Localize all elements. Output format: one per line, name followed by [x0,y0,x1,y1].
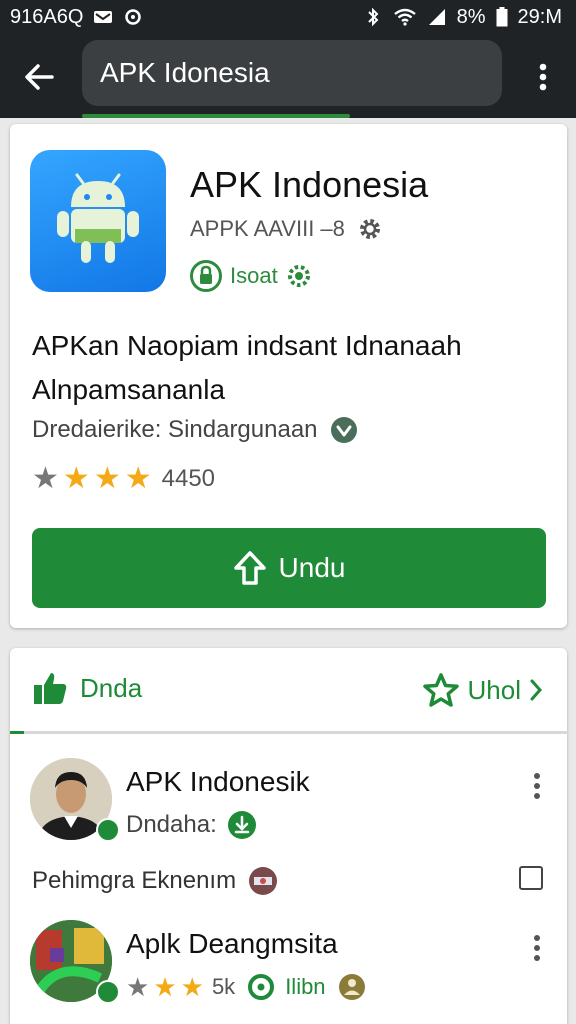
list-item-menu-button[interactable] [529,930,545,966]
more-vert-icon [539,63,547,91]
battery-icon [496,7,508,27]
app-title: APK Indonesia [190,164,429,205]
sync-icon [125,9,142,25]
tab-rate-label: Uhol [467,674,521,705]
bluetooth-icon [367,7,379,27]
related-apps-card: Dnda Uhol APK Indonesik Dndaha: Pehimgra… [10,648,567,1024]
badge-ring-icon [248,974,275,1000]
info-line: Pehimgra Eknenım [32,866,278,896]
person-badge-icon [338,974,365,1000]
chevron-right-icon [530,679,543,701]
mail-icon [94,11,113,23]
install-badge: Isoat [190,260,312,292]
star-empty-icon: ★ [32,462,59,495]
star-outline-icon [422,673,459,707]
list-item-menu-button[interactable] [529,768,545,804]
android-robot-icon [57,173,139,263]
app-icon [30,150,166,292]
search-field[interactable]: APK Idonesia [82,40,502,106]
more-vert-icon [534,773,540,799]
developer-name: APPK AAVIII –8 [190,216,345,241]
category-text: Dredaierike: Sindargunaan [32,416,318,443]
gear-icon [359,219,380,239]
signal-icon [428,9,445,25]
flag-badge-icon [249,867,278,895]
more-vert-icon [534,935,540,961]
star-filled-icon: ★ [124,462,152,495]
search-progress-underline [82,114,350,118]
star-filled-icon: ★ [93,462,121,495]
search-text: APK Idonesia [100,57,270,88]
install-badge-label: Isoat [230,263,278,288]
info-text: Pehimgra Eknenım [32,867,237,894]
list-item[interactable]: Aplk Deangmsita [10,914,567,1024]
tab-like-label: Dnda [80,672,143,703]
category-line: Dredaierike: Sindargunaan [32,416,358,444]
checkbox[interactable] [519,866,543,890]
list-item-count: 5k [211,974,236,999]
star-filled-icon: ★ [62,462,90,495]
status-bar: 916A6Q 8% 29:M [0,0,576,34]
download-circle-icon [227,811,256,839]
list-item[interactable]: APK Indonesik Dndaha: [10,748,567,858]
list-item-badge: Ilibn [285,974,326,999]
rating-line: ★ ★ ★ ★ 4450 [32,464,215,494]
list-item-title: Aplk Deangmsita [126,928,338,959]
lock-icon [190,260,222,292]
star-empty-icon: ★ [126,972,150,1002]
app-description: APKan Naopiam indsant Idnanaah Alnpamsan… [32,330,462,405]
clock: 29:M [517,5,562,28]
overflow-menu-button[interactable] [528,54,558,100]
back-button[interactable] [16,54,62,100]
upload-arrow-icon [233,551,266,585]
online-status-icon [96,980,120,1004]
battery-percent: 8% [456,5,486,28]
wifi-icon [393,8,416,26]
rating-count: 4450 [161,465,216,492]
thumbs-up-icon [34,673,67,704]
tab-indicator [10,731,24,734]
list-item-title: APK Indonesik [126,766,310,797]
download-button-label: Undu [278,552,346,583]
settings-badge-icon [287,265,310,287]
app-bar: APK Idonesia [0,34,576,118]
developer-line: APPK AAVIII –8 [190,216,383,242]
arrow-left-icon [25,64,54,90]
tab-bar: Dnda Uhol [10,648,567,734]
online-status-icon [96,818,120,842]
app-detail-card: APK Indonesia APPK AAVIII –8 Isoat APKan… [10,124,567,628]
star-filled-icon: ★ [153,972,177,1002]
tab-rate[interactable]: Uhol [422,672,543,708]
tab-like[interactable]: Dnda [32,670,142,706]
status-left-text: 916A6Q [10,5,84,28]
star-filled-icon: ★ [180,972,204,1002]
list-item-subtitle: Dndaha: [126,811,217,838]
verified-icon [330,417,357,443]
list-item-subtitle-line: Dndaha: [126,810,257,840]
list-item-rating: ★ ★ ★ 5k Ilibn [126,972,366,1002]
download-button[interactable]: Undu [32,528,546,608]
